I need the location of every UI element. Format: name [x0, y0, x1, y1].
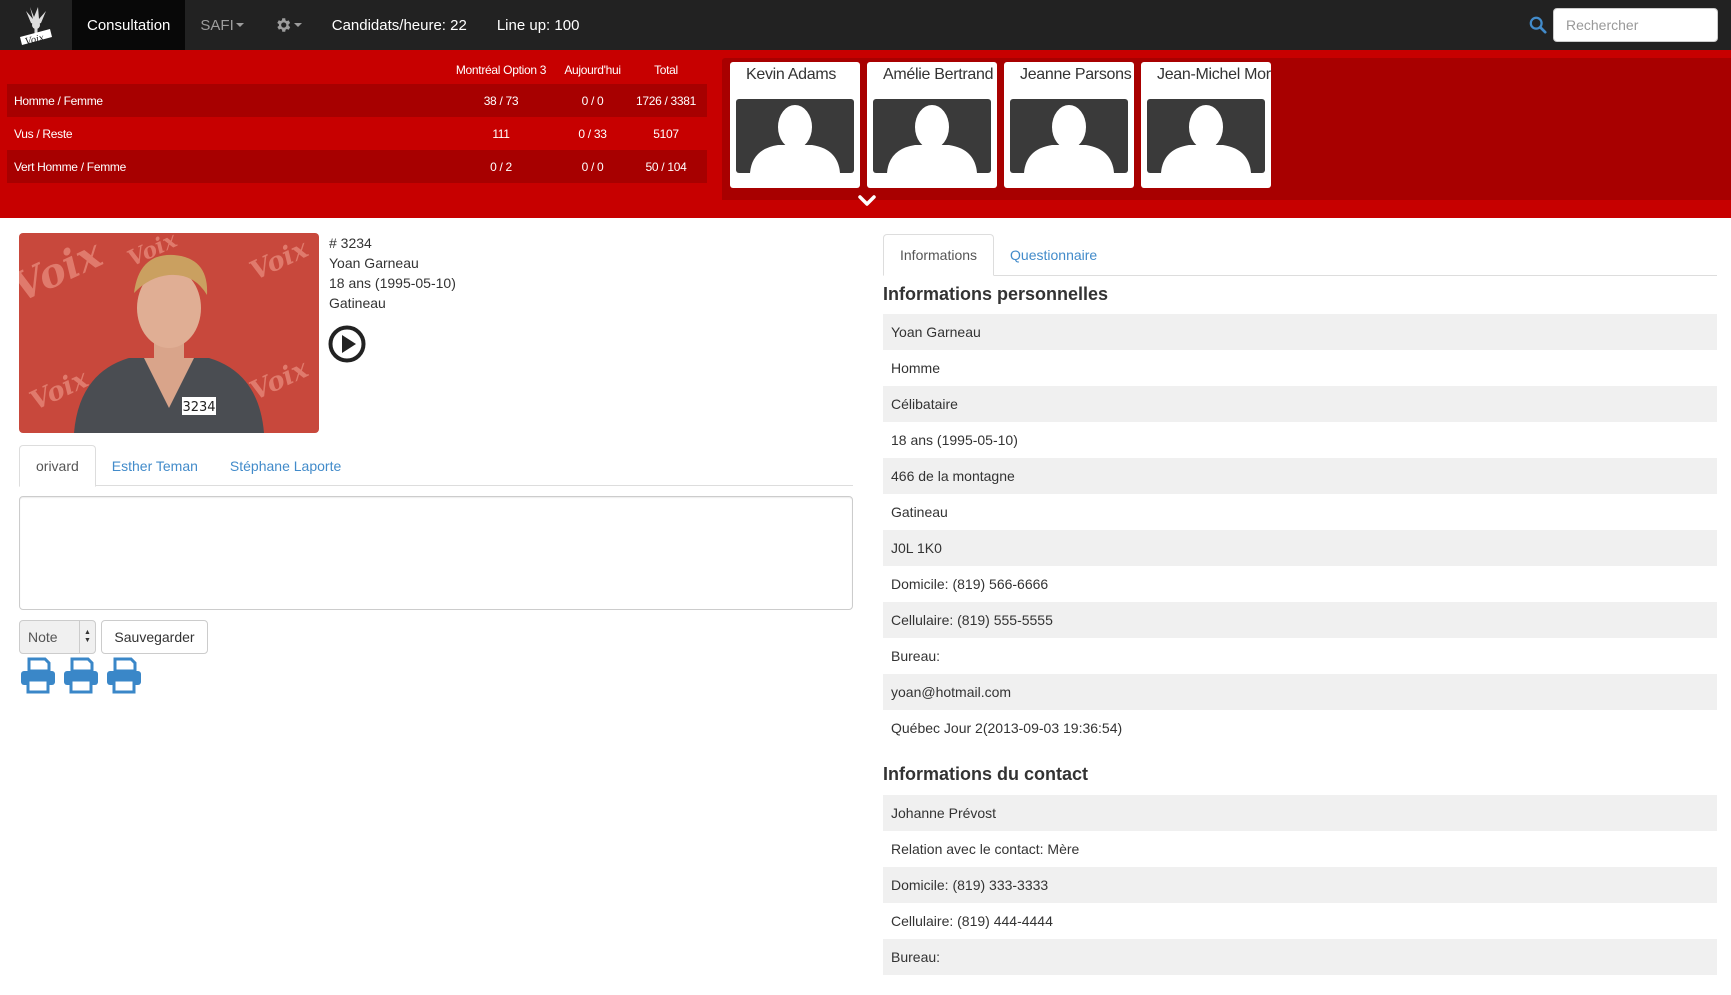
lineup-card[interactable]: Jean-Michel Mor [1141, 62, 1271, 188]
contact-row-name: Johanne Prévost [883, 795, 1717, 831]
note-type-select[interactable]: Note ▲ ▼ [19, 620, 96, 654]
info-row-address: 466 de la montagne [883, 458, 1717, 494]
lineup-card-name: Jeanne Parsons [1020, 66, 1132, 83]
caret-down-icon [293, 23, 302, 27]
logo[interactable]: Voix [0, 0, 72, 50]
contact-info-list: Johanne Prévost Relation avec le contact… [883, 795, 1717, 975]
svg-text:3234: 3234 [182, 400, 215, 415]
stats-table: Montréal Option 3 Aujourd'hui Total Homm… [7, 56, 707, 183]
nav-consultation[interactable]: Consultation [72, 0, 186, 50]
candidate-name: Yoan Garneau [329, 255, 419, 271]
contact-info-title: Informations du contact [883, 764, 1089, 784]
stats-row-montreal: 111 [492, 126, 510, 141]
info-tabs: Informations Questionnaire [883, 234, 1717, 276]
stats-row-label: Vert Homme / Femme [14, 159, 126, 174]
stats-row: Vus / Reste 111 0 / 33 5107 [7, 117, 707, 150]
lineup-card[interactable]: Kevin Adams [730, 62, 860, 188]
info-row-status: Célibataire [883, 386, 1717, 422]
stats-row-label: Homme / Femme [14, 93, 103, 108]
tab-informations[interactable]: Informations [883, 234, 995, 276]
chevron-down-icon[interactable] [858, 195, 876, 207]
info-row-postal-code: J0L 1K0 [883, 530, 1717, 566]
print-icon[interactable] [105, 656, 143, 694]
stats-row-today: 0 / 0 [581, 159, 604, 174]
contact-row-relation: Relation avec le contact: Mère [891, 841, 1080, 857]
search-input[interactable] [1553, 8, 1718, 42]
avatar-placeholder-icon [873, 99, 991, 173]
stats-row-total: 5107 [653, 126, 679, 141]
gear-icon [277, 18, 290, 32]
tab-judge-esther-teman[interactable]: Esther Teman [96, 445, 214, 486]
info-row-office-phone: Bureau: [891, 648, 941, 664]
stats-row-today: 0 / 33 [578, 126, 607, 141]
lineup-card[interactable]: Amélie Bertrand [867, 62, 997, 188]
print-icon[interactable] [19, 656, 57, 694]
lineup-card-name: Kevin Adams [746, 66, 837, 83]
stats-header-total: Total [654, 63, 678, 77]
candidate-number: # 3234 [329, 235, 372, 251]
lineup-card-name: Amélie Bertrand [883, 66, 994, 83]
save-button[interactable]: Sauvegarder [101, 620, 208, 654]
contact-row-cell-phone: Cellulaire: (819) 444-4444 [891, 913, 1053, 929]
candidates-per-hour: Candidats/heure: 22 [331, 16, 467, 34]
stats-header: Montréal Option 3 Aujourd'hui Total [7, 56, 707, 84]
stats-row: Homme / Femme 38 / 73 0 / 0 1726 / 3381 [7, 84, 707, 117]
lineup-card-name: Jean-Michel Mor [1157, 66, 1271, 83]
info-row-cell-phone: Cellulaire: (819) 555-5555 [883, 602, 1717, 638]
info-row-email: yoan@hotmail.com [883, 674, 1717, 710]
select-arrows-icon: ▲ ▼ [79, 621, 95, 653]
tab-judge-orivard[interactable]: orivard [19, 445, 96, 487]
judges-tabs: orivard Esther Teman Stéphane Laporte [19, 445, 853, 487]
info-row-age: 18 ans (1995-05-10) [891, 432, 1018, 448]
lineup-card[interactable]: Jeanne Parsons [1004, 62, 1134, 188]
contact-row-office-phone: Bureau: [883, 939, 1717, 975]
info-row-audition: Québec Jour 2(2013-09-03 19:36:54) [891, 720, 1123, 736]
print-icon[interactable] [62, 656, 100, 694]
stats-header-montreal: Montréal Option 3 [455, 63, 547, 77]
avatar-placeholder-icon [1010, 99, 1128, 173]
note-textarea[interactable] [19, 496, 853, 610]
candidate-summary: # 3234 Yoan Garneau 18 ans (1995-05-10) … [329, 233, 456, 313]
stats-row-label: Vus / Reste [14, 126, 73, 141]
stats-row-montreal: 0 / 2 [490, 159, 512, 174]
info-row-home-phone: Domicile: (819) 566-6666 [891, 576, 1049, 592]
play-video-icon[interactable] [328, 325, 366, 363]
note-type-value: Note [28, 629, 58, 645]
avatar-placeholder-icon [736, 99, 854, 173]
line-up-count: Line up: 100 [496, 16, 580, 34]
stats-row-total: 50 / 104 [645, 159, 687, 174]
candidate-age: 18 ans (1995-05-10) [329, 275, 456, 291]
info-row-city: Gatineau [891, 504, 948, 520]
nav-safi-label: SAFI [200, 16, 234, 34]
search-form [1529, 8, 1718, 42]
lineup-cards: Kevin Adams Amélie Bertrand Jeanne Parso… [722, 58, 1731, 200]
stats-row-montreal: 38 / 73 [483, 93, 519, 108]
caret-down-icon [235, 23, 244, 27]
stats-band: Montréal Option 3 Aujourd'hui Total Homm… [0, 50, 1731, 218]
search-icon[interactable] [1529, 16, 1547, 34]
stats-row: Vert Homme / Femme 0 / 2 0 / 0 50 / 104 [7, 150, 707, 183]
top-navbar: Voix Consultation SAFI Candidats/heure: … [0, 0, 1731, 50]
candidate-city: Gatineau [329, 295, 386, 311]
tab-questionnaire[interactable]: Questionnaire [994, 234, 1113, 275]
candidate-photo: Voix Voix Voix Voix Voix 3234 [19, 233, 319, 433]
stats-row-today: 0 / 0 [581, 93, 604, 108]
contact-row-home-phone: Domicile: (819) 333-3333 [883, 867, 1717, 903]
voice-logo-icon: Voix [20, 7, 52, 47]
print-buttons [19, 656, 143, 694]
settings-dropdown[interactable] [259, 0, 317, 50]
info-row-gender: Homme [891, 360, 941, 376]
stats-row-total: 1726 / 3381 [635, 93, 697, 108]
stats-header-today: Aujourd'hui [564, 63, 621, 77]
tab-judge-stephane-laporte[interactable]: Stéphane Laporte [214, 445, 357, 486]
avatar-placeholder-icon [1147, 99, 1265, 173]
info-row-name: Yoan Garneau [883, 314, 1717, 350]
personal-info-list: Yoan Garneau Homme Célibataire 18 ans (1… [883, 314, 1717, 746]
personal-info-title: Informations personnelles [883, 284, 1109, 304]
nav-safi-dropdown[interactable]: SAFI [185, 0, 258, 50]
